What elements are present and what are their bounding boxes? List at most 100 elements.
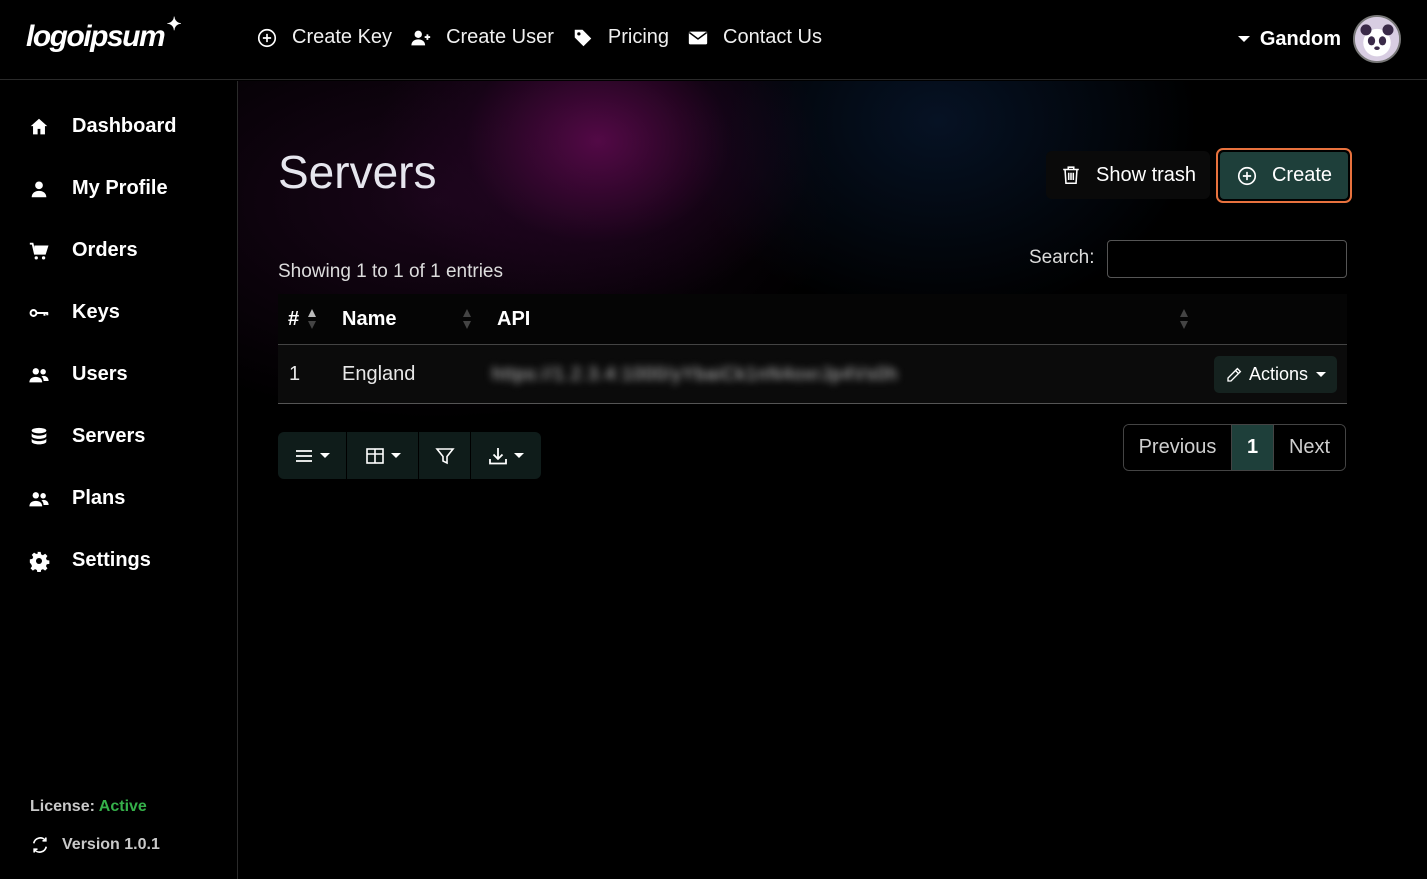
chevron-down-icon <box>320 453 330 458</box>
license-label: License: <box>30 798 95 815</box>
license-status: Active <box>98 798 147 815</box>
sidebar-item-label: Plans <box>72 487 126 509</box>
pagination-page-1[interactable]: 1 <box>1232 425 1273 470</box>
nav-create-user-label: Create User <box>446 26 554 48</box>
table-info: Showing 1 to 1 of 1 entries <box>278 261 503 282</box>
column-layout-button[interactable] <box>347 432 419 479</box>
user-menu[interactable]: Gandom <box>1237 15 1401 63</box>
cell-id: 1 <box>289 363 301 385</box>
column-header-id[interactable]: # <box>288 294 299 345</box>
chevron-down-icon <box>514 453 524 458</box>
nav-pricing-label: Pricing <box>607 26 670 48</box>
users-icon <box>29 491 49 506</box>
nav-create-user[interactable]: Create User <box>410 26 554 49</box>
gear-icon <box>29 551 50 572</box>
filter-button[interactable] <box>419 432 471 479</box>
sidebar: Dashboard My Profile Orders Keys Users S… <box>0 81 238 879</box>
column-header-label: # <box>288 308 300 330</box>
license-info: License: Active <box>30 798 147 816</box>
column-list-button[interactable] <box>278 432 347 479</box>
sidebar-item-label: Orders <box>72 239 138 261</box>
cell-api: https://1.2.3.4:1000/yYbaiCk1nN4oxrJp4Vs… <box>492 364 899 384</box>
sort-icon <box>463 309 471 329</box>
nav-create-key-label: Create Key <box>292 26 393 48</box>
chevron-down-icon <box>1237 36 1250 42</box>
page-title: Servers <box>278 146 437 198</box>
show-trash-label: Show trash <box>1096 163 1197 186</box>
filter-icon <box>434 447 455 464</box>
plus-circle-icon <box>257 28 277 47</box>
logo-text: logoipsum <box>26 20 166 53</box>
sidebar-item-my-profile[interactable]: My Profile <box>28 177 168 200</box>
sidebar-item-orders[interactable]: Orders <box>28 239 138 262</box>
version-label: Version 1.0.1 <box>62 836 160 853</box>
logo[interactable]: logoipsum ✦ <box>26 14 182 54</box>
users-icon <box>29 367 49 382</box>
panda-avatar-icon <box>1355 17 1399 61</box>
column-header-name[interactable]: Name <box>342 294 396 345</box>
database-icon <box>31 427 47 444</box>
table-toolbar <box>278 432 541 479</box>
sidebar-item-label: My Profile <box>72 177 168 199</box>
user-icon <box>31 180 47 197</box>
column-header-api[interactable]: API <box>497 294 530 345</box>
sidebar-item-keys[interactable]: Keys <box>28 301 120 324</box>
cell-name: England <box>342 363 416 385</box>
sidebar-item-dashboard[interactable]: Dashboard <box>28 115 176 138</box>
sidebar-item-label: Servers <box>72 425 146 447</box>
cart-icon <box>29 242 49 260</box>
chevron-down-icon <box>1316 372 1327 377</box>
pencil-icon <box>1227 367 1242 382</box>
search-label: Search: <box>1029 247 1095 268</box>
column-header-label: Name <box>342 308 397 330</box>
tag-icon <box>574 29 592 46</box>
column-header-label: API <box>497 308 531 330</box>
sidebar-item-label: Dashboard <box>72 115 177 137</box>
top-nav: Create Key Create User Pricing Contact U… <box>256 26 840 49</box>
chevron-down-icon <box>390 453 401 458</box>
logo-spark-icon: ✦ <box>166 14 182 34</box>
sidebar-item-users[interactable]: Users <box>28 363 128 386</box>
actions-button[interactable]: Actions <box>1214 356 1337 393</box>
servers-table: # Name API 1 England https://1.2.3.4:100… <box>278 294 1347 404</box>
sidebar-item-settings[interactable]: Settings <box>28 549 151 572</box>
refresh-icon <box>32 837 48 853</box>
create-button[interactable]: Create <box>1216 148 1352 203</box>
sidebar-item-label: Keys <box>72 301 120 323</box>
create-button-inner: Create <box>1220 152 1348 199</box>
nav-create-key[interactable]: Create Key <box>256 26 392 49</box>
show-trash-button[interactable]: Show trash <box>1046 151 1211 199</box>
pagination-next[interactable]: Next <box>1273 425 1345 470</box>
export-button[interactable] <box>471 432 541 479</box>
actions-label: Actions <box>1248 364 1309 384</box>
create-label: Create <box>1271 164 1333 186</box>
table-layout-icon <box>365 447 384 464</box>
nav-contact-us-label: Contact Us <box>723 26 822 48</box>
username: Gandom <box>1259 27 1341 50</box>
home-icon <box>30 118 48 134</box>
envelope-icon <box>688 31 708 44</box>
pagination: Previous 1 Next <box>1123 424 1346 471</box>
sidebar-item-label: Settings <box>72 549 151 571</box>
user-plus-icon <box>411 30 431 45</box>
sort-asc-icon <box>308 309 316 329</box>
download-icon <box>489 447 507 464</box>
sort-icon <box>1180 309 1188 329</box>
pagination-previous[interactable]: Previous <box>1124 425 1232 470</box>
key-icon <box>29 308 49 317</box>
nav-pricing[interactable]: Pricing <box>572 26 669 49</box>
table-row: 1 England https://1.2.3.4:1000/yYbaiCk1n… <box>278 345 1347 404</box>
table-header: # Name API <box>278 294 1347 345</box>
trash-icon <box>1063 166 1079 185</box>
plus-circle-icon <box>1237 166 1257 185</box>
nav-contact-us[interactable]: Contact Us <box>687 26 822 49</box>
version-info: Version 1.0.1 <box>30 835 160 855</box>
top-navbar: logoipsum ✦ Create Key Create User Pricin… <box>0 0 1427 80</box>
search-input[interactable] <box>1107 240 1347 278</box>
list-icon <box>296 449 312 462</box>
sidebar-item-label: Users <box>72 363 128 385</box>
sidebar-item-servers[interactable]: Servers <box>28 425 145 448</box>
sidebar-item-plans[interactable]: Plans <box>28 487 125 510</box>
avatar[interactable] <box>1353 15 1401 63</box>
main-content: Servers Show trash Create Showing 1 to 1… <box>238 81 1427 879</box>
